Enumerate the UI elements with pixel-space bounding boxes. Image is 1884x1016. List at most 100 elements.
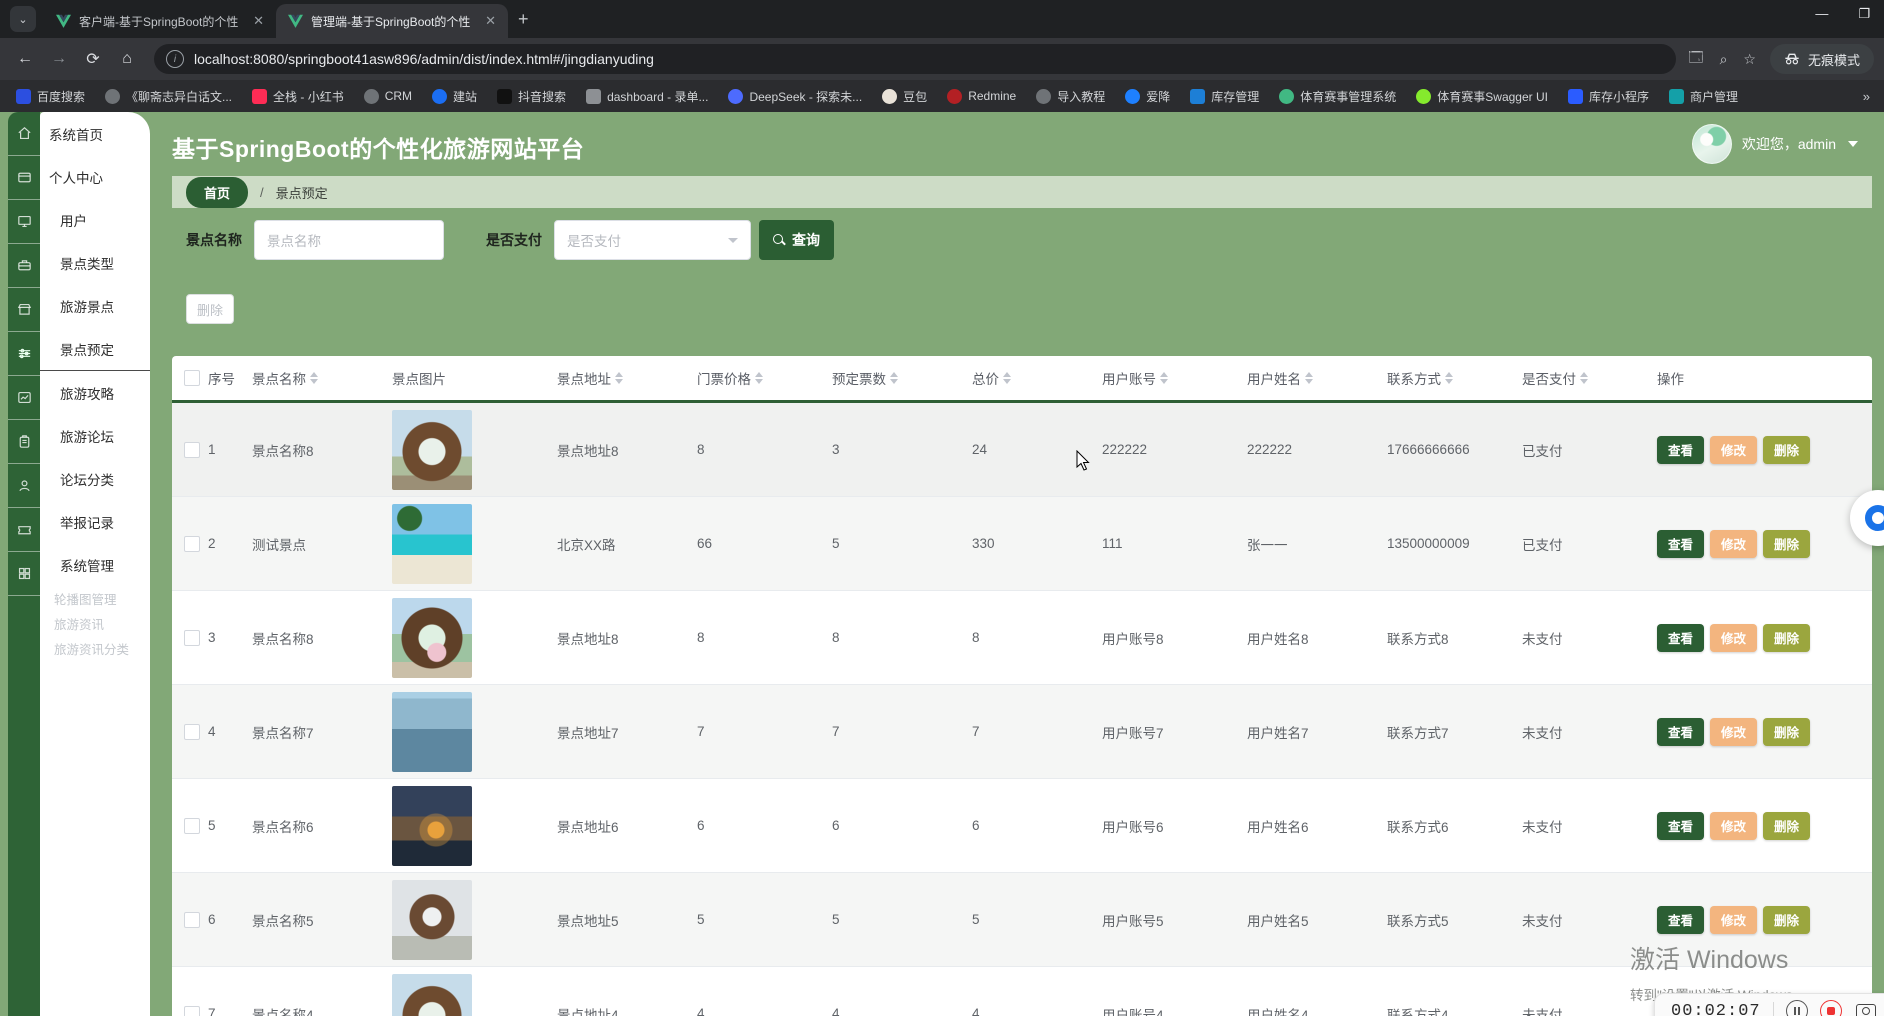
edit-button[interactable]: 修改	[1710, 530, 1757, 558]
delete-button[interactable]: 删除	[1763, 718, 1810, 746]
bookmark-star-icon[interactable]: ☆	[1743, 51, 1756, 68]
sidebar-item-clipboard[interactable]: 旅游论坛	[40, 414, 150, 457]
minimize-button[interactable]: —	[1815, 6, 1828, 22]
user-icon[interactable]	[8, 464, 40, 508]
site-info-icon[interactable]: i	[166, 50, 184, 68]
scenic-spot-image[interactable]	[392, 692, 472, 772]
column-header[interactable]: 门票价格	[697, 368, 832, 388]
card-icon[interactable]	[8, 156, 40, 200]
reload-button[interactable]: ⟳	[78, 44, 108, 74]
zoom-icon[interactable]: ⌕	[1720, 51, 1728, 68]
delete-button[interactable]: 删除	[1763, 812, 1810, 840]
forward-button[interactable]: →	[44, 44, 74, 74]
sidebar-item-home[interactable]: 系统首页	[40, 112, 150, 155]
sidebar-subitem[interactable]: 旅游资讯分类	[40, 636, 150, 661]
bookmark-item[interactable]: 建站	[424, 85, 485, 108]
column-header[interactable]: 总价	[972, 368, 1102, 388]
tab-close-icon[interactable]: ✕	[483, 13, 498, 29]
delete-button[interactable]: 删除	[1763, 624, 1810, 652]
sidebar-item-card[interactable]: 个人中心	[40, 155, 150, 198]
bookmark-item[interactable]: CRM	[356, 86, 420, 107]
bookmark-item[interactable]: 库存管理	[1182, 85, 1267, 108]
back-button[interactable]: ←	[10, 44, 40, 74]
view-button[interactable]: 查看	[1657, 530, 1704, 558]
address-bar[interactable]: i localhost:8080/springboot41asw896/admi…	[154, 44, 1676, 74]
bookmark-item[interactable]: 百度搜索	[8, 85, 93, 108]
sliders-icon[interactable]	[8, 332, 40, 376]
restore-button[interactable]: ❐	[1858, 6, 1870, 22]
chart-icon[interactable]	[8, 376, 40, 420]
row-checkbox[interactable]	[184, 442, 200, 458]
edit-button[interactable]: 修改	[1710, 436, 1757, 464]
sidebar-item-briefcase[interactable]: 景点类型	[40, 241, 150, 284]
ticket-icon[interactable]	[8, 508, 40, 552]
view-button[interactable]: 查看	[1657, 624, 1704, 652]
bookmarks-overflow-chevron[interactable]: »	[1863, 89, 1876, 104]
row-checkbox[interactable]	[184, 912, 200, 928]
row-checkbox[interactable]	[184, 1006, 200, 1016]
sidebar-subitem[interactable]: 轮播图管理	[40, 586, 150, 611]
column-header[interactable]: 是否支付	[1522, 368, 1657, 388]
view-button[interactable]: 查看	[1657, 906, 1704, 934]
breadcrumb-home[interactable]: 首页	[186, 177, 248, 208]
sidebar-item-shop[interactable]: 旅游景点	[40, 284, 150, 327]
row-checkbox[interactable]	[184, 630, 200, 646]
sort-icons[interactable]	[890, 372, 898, 384]
new-tab-button[interactable]: +	[518, 9, 529, 30]
clipboard-icon[interactable]	[8, 420, 40, 464]
sort-icons[interactable]	[1580, 372, 1588, 384]
browser-tab[interactable]: 客户端-基于SpringBoot的个性✕	[44, 4, 276, 38]
column-header[interactable]: 联系方式	[1387, 368, 1522, 388]
delete-button[interactable]: 删除	[1763, 436, 1810, 464]
edit-button[interactable]: 修改	[1710, 624, 1757, 652]
sort-icons[interactable]	[615, 372, 623, 384]
scenic-spot-image[interactable]	[392, 504, 472, 584]
row-checkbox[interactable]	[184, 818, 200, 834]
stop-button[interactable]	[1820, 1000, 1842, 1016]
search-button[interactable]: 查询	[759, 220, 834, 260]
sidebar-item-monitor[interactable]: 用户	[40, 198, 150, 241]
scenic-spot-image[interactable]	[392, 974, 472, 1016]
bookmark-item[interactable]: 体育赛事管理系统	[1271, 85, 1404, 108]
name-filter-input[interactable]: 景点名称	[254, 220, 444, 260]
bookmark-item[interactable]: 库存小程序	[1560, 85, 1657, 108]
view-button[interactable]: 查看	[1657, 812, 1704, 840]
sidebar-item-grid[interactable]: 系统管理	[40, 543, 150, 586]
row-checkbox[interactable]	[184, 724, 200, 740]
bookmark-item[interactable]: 导入教程	[1028, 85, 1113, 108]
column-header[interactable]: 用户账号	[1102, 368, 1247, 388]
tab-search-button[interactable]: ⌄	[10, 6, 36, 32]
bookmark-item[interactable]: Redmine	[939, 86, 1024, 107]
pay-filter-select[interactable]: 是否支付	[554, 220, 751, 260]
column-header[interactable]: 景点名称	[252, 368, 392, 388]
scenic-spot-image[interactable]	[392, 410, 472, 490]
bookmark-item[interactable]: DeepSeek - 探索未...	[720, 85, 870, 108]
edit-button[interactable]: 修改	[1710, 906, 1757, 934]
sort-icons[interactable]	[755, 372, 763, 384]
grid-icon[interactable]	[8, 552, 40, 596]
avatar[interactable]	[1692, 124, 1732, 164]
briefcase-icon[interactable]	[8, 244, 40, 288]
column-header[interactable]: 预定票数	[832, 368, 972, 388]
bookmark-item[interactable]: dashboard - 录单...	[578, 85, 716, 108]
delete-button[interactable]: 删除	[1763, 906, 1810, 934]
view-button[interactable]: 查看	[1657, 436, 1704, 464]
bookmark-item[interactable]: 全栈 - 小红书	[244, 85, 352, 108]
sidebar-subitem[interactable]: 旅游资讯	[40, 611, 150, 636]
edit-button[interactable]: 修改	[1710, 718, 1757, 746]
edit-button[interactable]: 修改	[1710, 812, 1757, 840]
sort-icons[interactable]	[1160, 372, 1168, 384]
view-button[interactable]: 查看	[1657, 718, 1704, 746]
scenic-spot-image[interactable]	[392, 880, 472, 960]
shop-icon[interactable]	[8, 288, 40, 332]
browser-tab[interactable]: 管理端-基于SpringBoot的个性✕	[276, 4, 508, 38]
bookmark-item[interactable]: 商户管理	[1661, 85, 1746, 108]
home-button[interactable]: ⌂	[112, 44, 142, 74]
sort-icons[interactable]	[1305, 372, 1313, 384]
monitor-icon[interactable]	[8, 200, 40, 244]
sidebar-item-user[interactable]: 论坛分类	[40, 457, 150, 500]
row-checkbox[interactable]	[184, 536, 200, 552]
bookmark-item[interactable]: 《聊斋志异白话文...	[97, 85, 240, 108]
scenic-spot-image[interactable]	[392, 598, 472, 678]
sort-icons[interactable]	[310, 372, 318, 384]
